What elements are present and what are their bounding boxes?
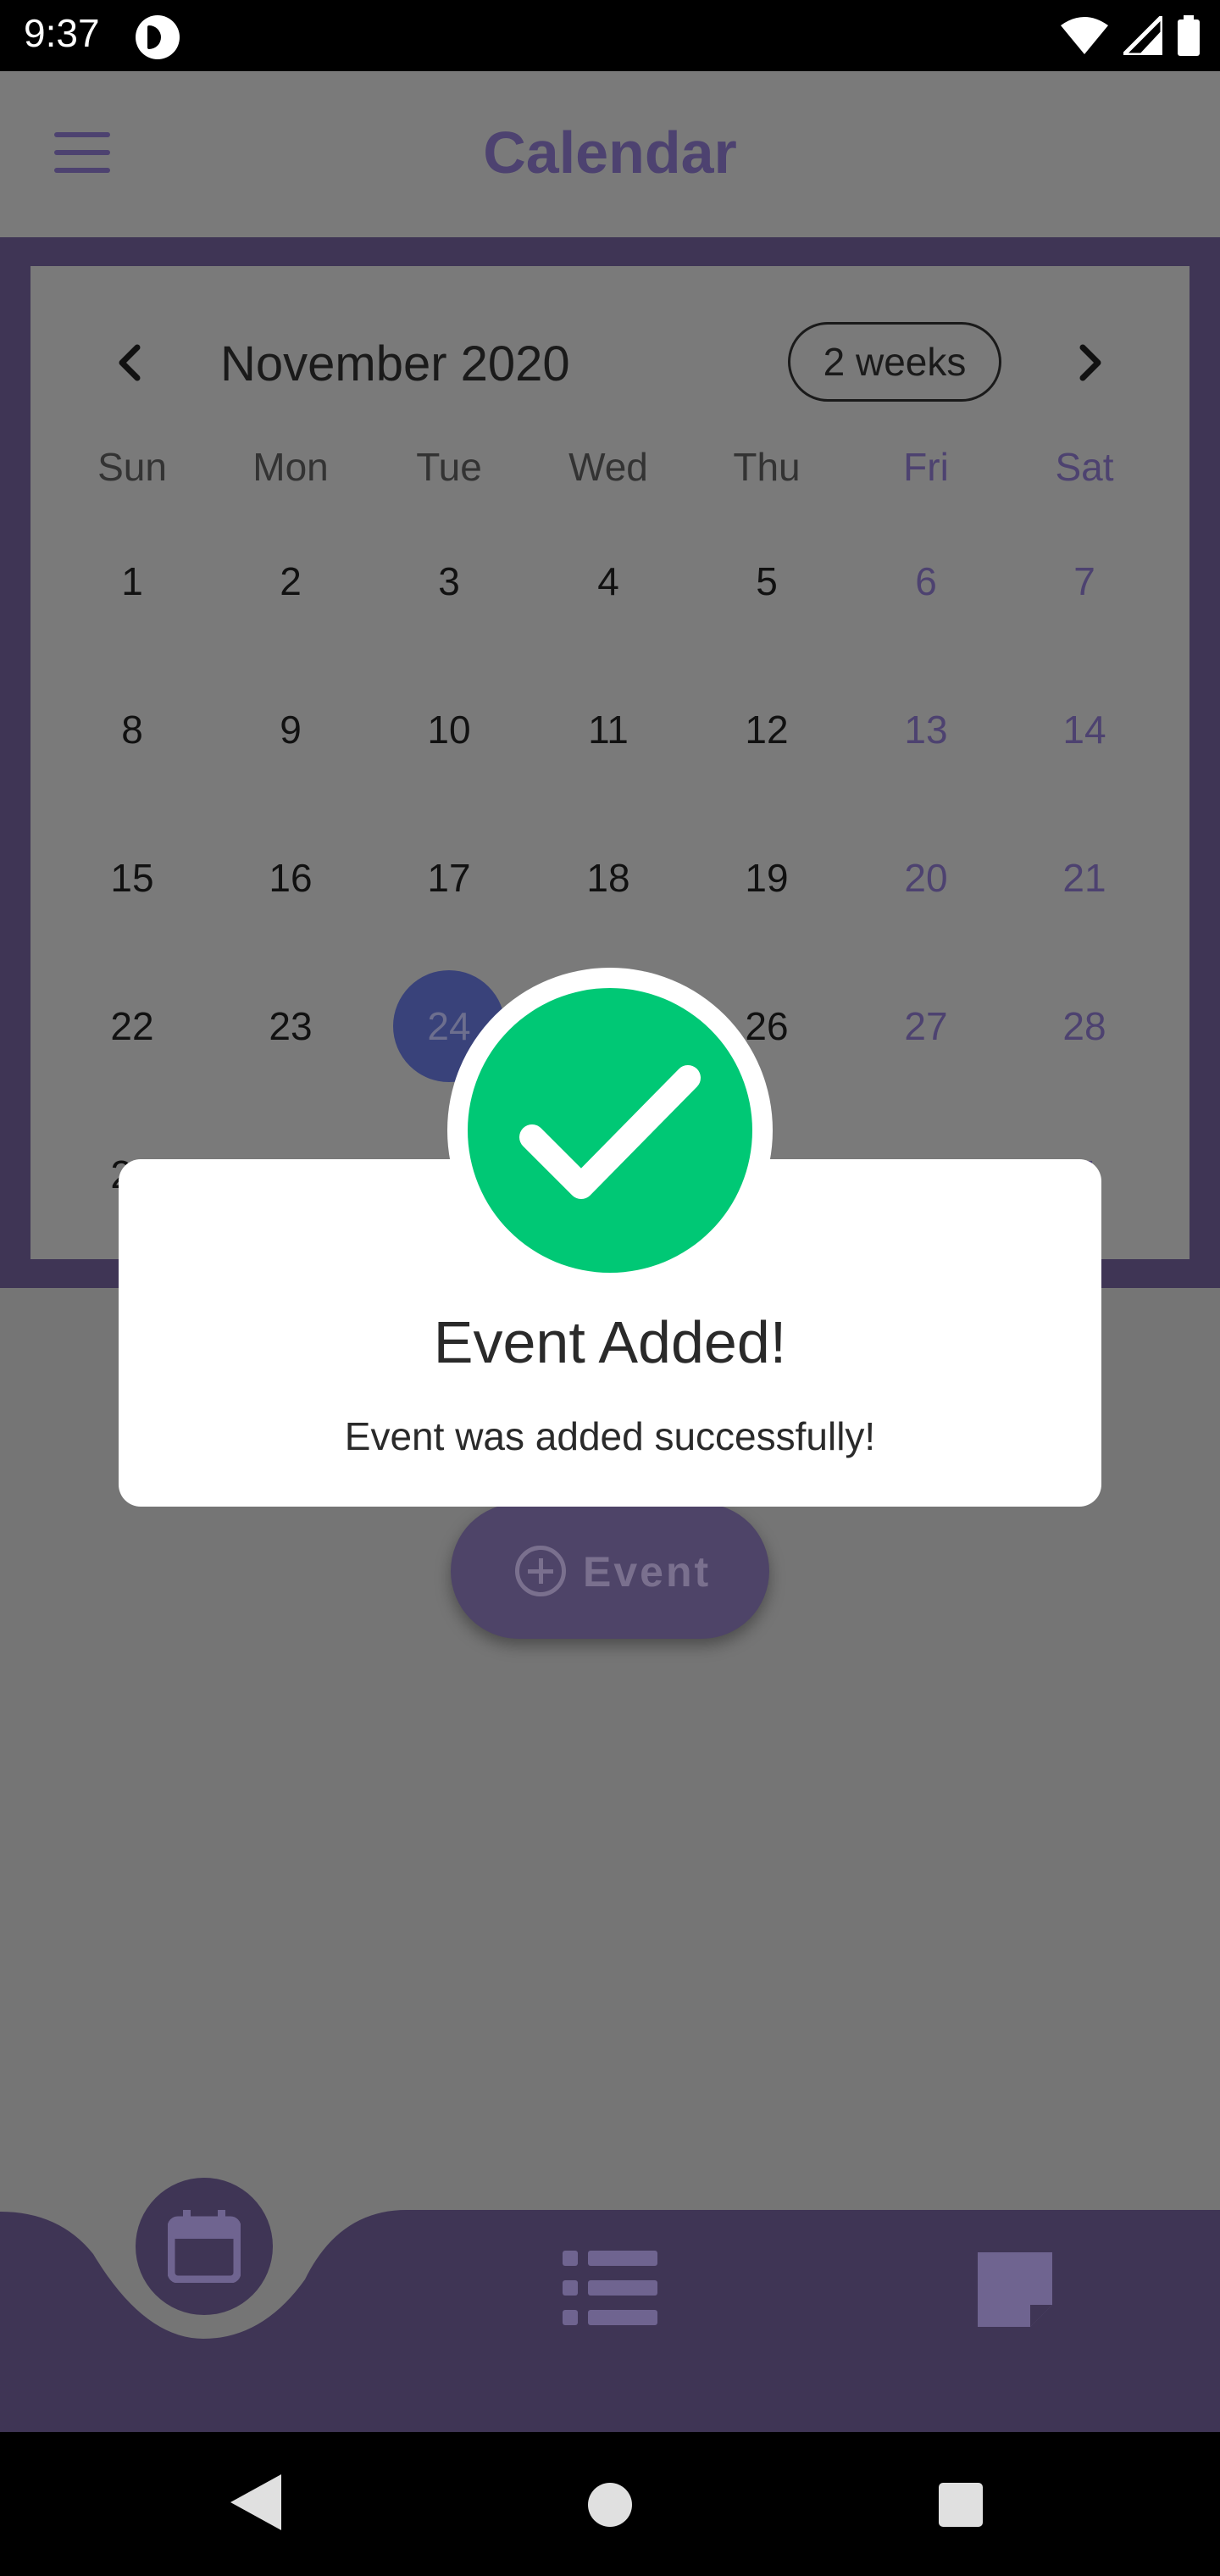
day-cell[interactable]: 23 [211, 1003, 370, 1049]
cell-signal-icon [1123, 16, 1162, 55]
dialog-message: Event was added successfully! [344, 1414, 876, 1458]
add-event-button[interactable]: Event [451, 1503, 769, 1639]
dialog-title: Event Added! [433, 1309, 787, 1375]
day-cell[interactable]: 19 [687, 855, 846, 901]
wifi-icon [1061, 17, 1108, 54]
weekday-label: Sun [97, 445, 167, 489]
weekday-label: Tue [416, 445, 482, 489]
day-cell[interactable]: 5 [687, 558, 846, 604]
status-icons [1061, 14, 1200, 58]
list-icon[interactable] [563, 2247, 657, 2329]
weekday-label: Thu [733, 445, 801, 489]
calendar-header: November 2020 2 weeks [30, 317, 1190, 410]
day-cell[interactable]: 2 [211, 558, 370, 604]
app-notification-icon [136, 15, 180, 59]
checkmark-icon [519, 1065, 701, 1199]
day-cell[interactable]: 13 [846, 707, 1006, 752]
day-cell[interactable]: 15 [53, 855, 212, 901]
notes-icon[interactable] [974, 2249, 1056, 2330]
day-cell[interactable]: 11 [529, 707, 688, 752]
weekday-label: Wed [568, 445, 648, 489]
day-cell[interactable]: 7 [1005, 558, 1164, 604]
day-cell[interactable]: 28 [1005, 1003, 1164, 1049]
day-cell[interactable]: 6 [846, 558, 1006, 604]
home-icon[interactable] [588, 2483, 632, 2527]
battery-icon [1178, 15, 1200, 56]
month-title: November 2020 [220, 336, 570, 391]
calendar-icon [168, 2210, 241, 2283]
app-bar: Calendar [0, 71, 1220, 237]
day-cell[interactable]: 21 [1005, 855, 1164, 901]
page-title: Calendar [483, 119, 737, 186]
success-circle [468, 988, 752, 1273]
day-cell[interactable]: 17 [369, 855, 529, 901]
day-cell[interactable]: 20 [846, 855, 1006, 901]
chevron-right-icon[interactable] [1066, 339, 1113, 386]
chevron-left-icon[interactable] [107, 339, 154, 386]
back-icon[interactable] [230, 2474, 281, 2530]
weekday-label: Fri [903, 445, 949, 489]
day-cell[interactable]: 14 [1005, 707, 1164, 752]
day-cell[interactable]: 10 [369, 707, 529, 752]
system-navigation-bar [0, 2432, 1220, 2576]
status-time: 9:37 [24, 11, 100, 55]
weekday-header-row: Sun Mon Tue Wed Thu Fri Sat [30, 436, 1190, 503]
day-cell[interactable]: 3 [369, 558, 529, 604]
format-toggle-button[interactable]: 2 weeks [788, 322, 1001, 402]
add-circle-icon [515, 1546, 566, 1596]
nav-calendar-button[interactable] [136, 2178, 273, 2315]
day-cell[interactable]: 18 [529, 855, 688, 901]
day-cell[interactable]: 1 [53, 558, 212, 604]
day-cell[interactable]: 8 [53, 707, 212, 752]
add-event-label: Event [583, 1548, 712, 1596]
recent-apps-icon[interactable] [939, 2483, 983, 2527]
day-cell[interactable]: 22 [53, 1003, 212, 1049]
day-cell[interactable]: 12 [687, 707, 846, 752]
day-cell[interactable]: 4 [529, 558, 688, 604]
status-bar: 9:37 [0, 0, 1220, 71]
weekday-label: Sat [1055, 445, 1114, 489]
day-cell[interactable]: 16 [211, 855, 370, 901]
weekday-label: Mon [252, 445, 329, 489]
day-cell[interactable]: 27 [846, 1003, 1006, 1049]
day-cell[interactable]: 9 [211, 707, 370, 752]
success-badge [447, 968, 773, 1293]
